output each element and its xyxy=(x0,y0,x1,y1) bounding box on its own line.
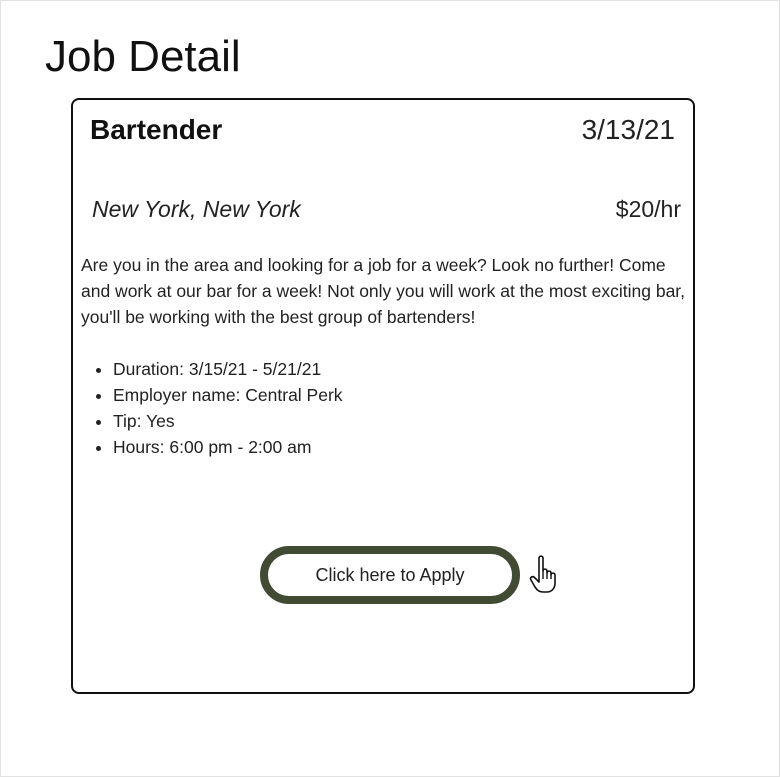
detail-hours: Hours: 6:00 pm - 2:00 am xyxy=(113,434,343,460)
apply-button-label: Click here to Apply xyxy=(315,564,465,585)
job-card: Bartender 3/13/21 New York, New York $20… xyxy=(71,98,695,694)
detail-employer: Employer name: Central Perk xyxy=(113,382,343,408)
job-location: New York, New York xyxy=(92,196,301,222)
pointer-hand-icon xyxy=(529,555,556,593)
job-post-date: 3/13/21 xyxy=(581,114,675,145)
job-pay-rate: $20/hr xyxy=(615,196,681,222)
job-description: Are you in the area and looking for a jo… xyxy=(81,255,686,327)
job-detail-page: Job Detail Bartender 3/13/21 New York, N… xyxy=(0,0,780,777)
job-title: Bartender xyxy=(90,114,223,145)
detail-tip: Tip: Yes xyxy=(113,408,343,434)
apply-button[interactable]: Click here to Apply xyxy=(260,546,520,604)
page-title: Job Detail xyxy=(45,32,241,81)
detail-duration: Duration: 3/15/21 - 5/21/21 xyxy=(113,356,343,382)
job-details-list: Duration: 3/15/21 - 5/21/21 Employer nam… xyxy=(93,356,343,460)
